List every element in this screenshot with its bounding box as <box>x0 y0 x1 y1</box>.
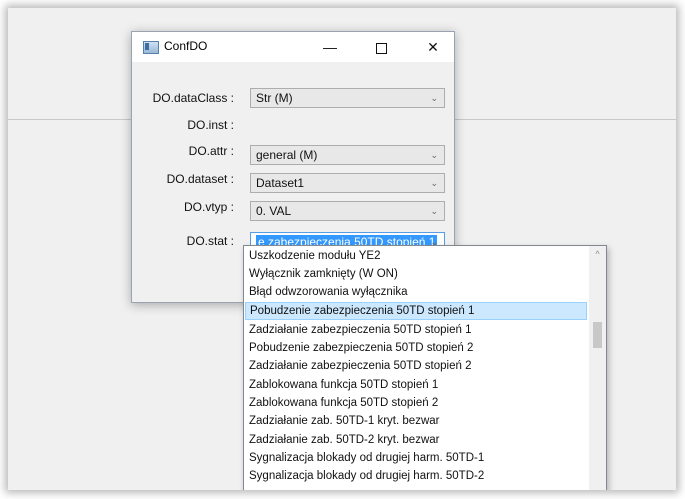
chevron-down-icon: ⌄ <box>430 178 438 188</box>
list-item[interactable]: Pobudzenie zabezpieczenia 50TD stopień 2 <box>245 339 587 357</box>
scroll-up-icon[interactable]: ^ <box>589 246 606 263</box>
title-bar[interactable]: ConfDO — ✕ <box>132 32 454 62</box>
vtyp-value: 0. VAL <box>256 204 292 218</box>
list-item[interactable]: Uszkodzenie modułu YE2 <box>245 247 587 265</box>
dataclass-label: DO.dataClass : <box>152 91 234 105</box>
stat-dropdown-list[interactable]: Uszkodzenie modułu YE2 Wyłącznik zamknię… <box>243 245 607 490</box>
window-title: ConfDO <box>164 39 208 53</box>
attr-value: general (M) <box>256 148 318 162</box>
chevron-down-icon: ⌄ <box>430 150 438 160</box>
attr-combo[interactable]: general (M) ⌄ <box>250 145 445 165</box>
list-item[interactable]: Sygnalizacja blokady od drugiej harm. 50… <box>245 467 587 485</box>
list-item[interactable]: Zadziałanie zabezpieczenia 50TD stopień … <box>245 357 587 375</box>
dataclass-value: Str (M) <box>256 91 293 105</box>
desktop-background: ConfDO — ✕ DO.dataClass : Str (M) ⌄ DO.i… <box>8 8 676 490</box>
dropdown-scrollbar[interactable]: ^ <box>589 246 606 490</box>
app-icon <box>143 41 159 54</box>
vtyp-label: DO.vtyp : <box>183 200 234 214</box>
maximize-icon <box>375 42 387 54</box>
dataclass-combo[interactable]: Str (M) ⌄ <box>250 88 445 108</box>
dataset-value: Dataset1 <box>256 176 305 190</box>
list-item[interactable]: Zadziałanie zab. 50TD-2 kryt. bezwar <box>245 431 587 449</box>
chevron-down-icon: ⌄ <box>430 93 438 103</box>
minimize-button[interactable]: — <box>315 36 345 58</box>
dataset-label: DO.dataset : <box>166 172 234 186</box>
stat-label: DO.stat : <box>186 234 234 248</box>
list-item[interactable]: Zadziałanie zab. 50TD-1 kryt. bezwar <box>245 412 587 430</box>
list-item[interactable]: Zadziałanie zabezpieczenia 50TD stopień … <box>245 321 587 339</box>
inst-label: DO.inst : <box>187 118 234 132</box>
list-item[interactable]: Zablokowana funkcja 50TD stopień 1 <box>245 376 587 394</box>
maximize-button[interactable] <box>366 36 396 58</box>
list-item[interactable]: Zablokowana funkcja 50TD stopień 2 <box>245 394 587 412</box>
attr-label: DO.attr : <box>188 144 234 158</box>
scrollbar-thumb[interactable] <box>593 322 602 348</box>
dataset-combo[interactable]: Dataset1 ⌄ <box>250 173 445 193</box>
list-item-highlighted[interactable]: Pobudzenie zabezpieczenia 50TD stopień 1 <box>245 302 587 320</box>
list-item[interactable]: Wyłącznik zamknięty (W ON) <box>245 265 587 283</box>
vtyp-combo[interactable]: 0. VAL ⌄ <box>250 201 445 221</box>
list-item[interactable]: Sygnalizacja blokady od drugiej harm. 50… <box>245 449 587 467</box>
close-button[interactable]: ✕ <box>418 36 448 58</box>
list-item[interactable]: Błąd odwzorowania wyłącznika <box>245 283 587 301</box>
chevron-down-icon: ⌄ <box>430 206 438 216</box>
